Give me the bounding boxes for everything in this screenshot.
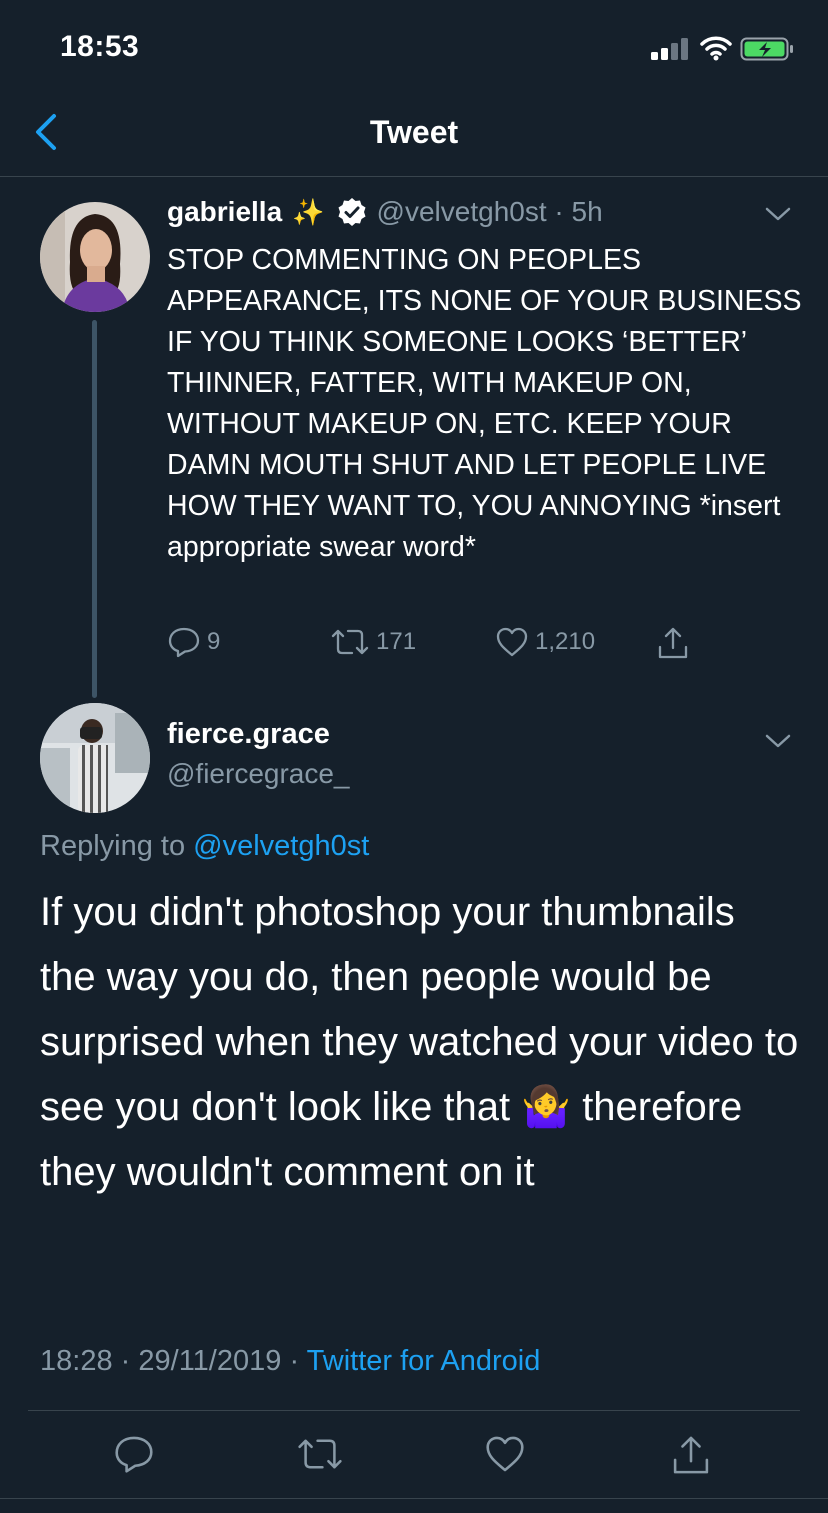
page-title: Tweet <box>369 114 459 150</box>
status-time: 18:53 <box>60 30 140 63</box>
separator: · <box>554 196 564 227</box>
tweet-time: 18:28 <box>40 1345 113 1377</box>
wifi-icon <box>700 35 732 66</box>
sparkles-emoji: ✨ <box>292 196 325 227</box>
avatar[interactable] <box>40 202 150 312</box>
reply-count: 9 <box>207 628 221 655</box>
reply-button[interactable]: 9 <box>167 625 220 659</box>
handle[interactable]: @fiercegrace_ <box>167 758 350 790</box>
share-button[interactable] <box>670 1433 712 1482</box>
tweet-source-link[interactable]: Twitter for Android <box>307 1345 541 1377</box>
share-icon <box>658 627 688 659</box>
battery-charging-icon <box>740 35 796 68</box>
tweet-header: gabriella ✨ @velvetgh0st · 5h <box>167 196 603 228</box>
divider <box>0 1498 828 1499</box>
display-name[interactable]: fierce.grace <box>167 718 330 751</box>
share-button[interactable] <box>656 625 696 661</box>
reply-icon <box>168 627 200 658</box>
like-count: 1,210 <box>535 628 596 655</box>
reply-icon <box>115 1436 153 1473</box>
like-button[interactable] <box>484 1433 526 1480</box>
retweet-button[interactable]: 171 <box>330 625 416 659</box>
replying-to-handle-link[interactable]: @velvetgh0st <box>193 830 369 862</box>
retweet-count: 171 <box>376 628 417 655</box>
like-button[interactable]: 1,210 <box>495 625 595 659</box>
separator: · <box>289 1345 300 1377</box>
tweet-text: If you didn't photoshop your thumbnails … <box>40 890 799 1194</box>
tweet-date: 29/11/2019 <box>138 1345 282 1377</box>
replying-label: Replying to <box>40 830 186 862</box>
tweet-meta: 18:28 · 29/11/2019 · Twitter for Android <box>40 1345 540 1378</box>
retweet-icon <box>331 629 369 655</box>
separator: · <box>120 1345 131 1377</box>
chevron-down-icon[interactable] <box>764 731 792 756</box>
chevron-down-icon[interactable] <box>764 204 792 229</box>
divider <box>28 1410 800 1411</box>
share-icon <box>673 1436 709 1474</box>
reply-button[interactable] <box>113 1433 155 1480</box>
tweet-age: 5h <box>571 196 603 227</box>
retweet-icon <box>298 1439 342 1469</box>
thread-connector-line <box>92 320 97 698</box>
divider <box>0 176 828 177</box>
tweet-text: STOP COMMENTING ON PEOPLES APPEARANCE, I… <box>167 244 802 563</box>
display-name[interactable]: gabriella <box>167 196 282 228</box>
verified-badge-icon <box>337 197 367 227</box>
handle[interactable]: @velvetgh0st <box>377 196 547 227</box>
replying-to: Replying to @velvetgh0st <box>40 830 369 863</box>
cellular-signal-icon <box>651 38 691 65</box>
avatar[interactable] <box>40 703 150 813</box>
heart-icon <box>496 627 528 657</box>
retweet-button[interactable] <box>296 1433 344 1480</box>
heart-icon <box>486 1436 524 1472</box>
